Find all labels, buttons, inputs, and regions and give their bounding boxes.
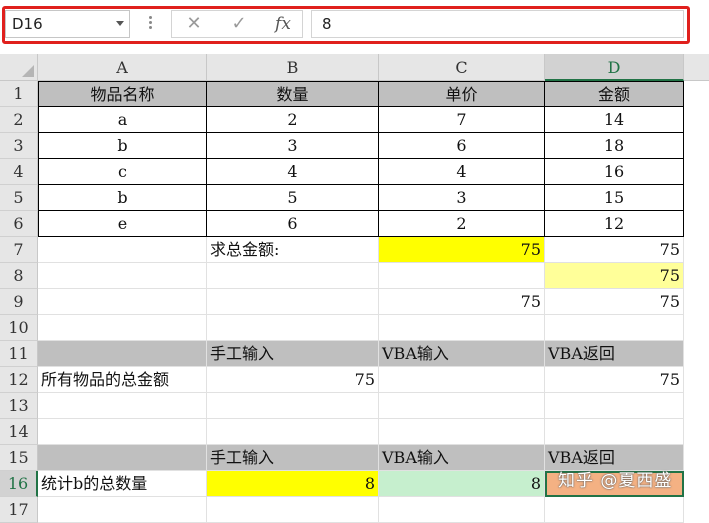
row-header-7[interactable]: 7 (0, 237, 38, 263)
row-header-16[interactable]: 16 (0, 471, 38, 497)
cell-a12[interactable]: 所有物品的总金额 (38, 367, 207, 393)
row-header-11[interactable]: 11 (0, 341, 38, 367)
cell-d11[interactable]: VBA返回 (545, 341, 684, 367)
cell-d3[interactable]: 18 (545, 133, 684, 159)
cell-d9[interactable]: 75 (545, 289, 684, 315)
row-header-4[interactable]: 4 (0, 159, 38, 185)
cell-a10[interactable] (38, 315, 207, 341)
row-header-12[interactable]: 12 (0, 367, 38, 393)
row-header-15[interactable]: 15 (0, 445, 38, 471)
cell-a15[interactable] (38, 445, 207, 471)
column-header-e[interactable] (684, 54, 709, 81)
cell-d10[interactable] (545, 315, 684, 341)
cell-b9[interactable] (207, 289, 379, 315)
row-header-17[interactable]: 17 (0, 497, 38, 523)
cell-b2[interactable]: 2 (207, 107, 379, 133)
cell-c14[interactable] (379, 419, 545, 445)
column-header-b[interactable]: B (207, 54, 379, 81)
cell-b8[interactable] (207, 263, 379, 289)
cell-b16[interactable]: 8 (207, 471, 379, 497)
cell-b5[interactable]: 5 (207, 185, 379, 211)
cell-a9[interactable] (38, 289, 207, 315)
column-header-c[interactable]: C (379, 54, 545, 81)
cell-c7[interactable]: 75 (379, 237, 545, 263)
cell-b6[interactable]: 6 (207, 211, 379, 237)
row-header-3[interactable]: 3 (0, 133, 38, 159)
cell-a13[interactable] (38, 393, 207, 419)
cell-d13[interactable] (545, 393, 684, 419)
row-header-14[interactable]: 14 (0, 419, 38, 445)
column-header-a[interactable]: A (38, 54, 207, 81)
row-header-9[interactable]: 9 (0, 289, 38, 315)
cell-c11[interactable]: VBA输入 (379, 341, 545, 367)
cell-b3[interactable]: 3 (207, 133, 379, 159)
cell-a4[interactable]: c (38, 159, 207, 185)
cell-d2[interactable]: 14 (545, 107, 684, 133)
cell-c8[interactable] (379, 263, 545, 289)
column-header-d[interactable]: D (545, 54, 684, 81)
row-header-6[interactable]: 6 (0, 211, 38, 237)
cell-a6[interactable]: e (38, 211, 207, 237)
cell-a3[interactable]: b (38, 133, 207, 159)
cell-c9[interactable]: 75 (379, 289, 545, 315)
cell-d1[interactable]: 金额 (545, 81, 684, 107)
row-header-13[interactable]: 13 (0, 393, 38, 419)
cell-d14[interactable] (545, 419, 684, 445)
cell-c13[interactable] (379, 393, 545, 419)
highlight-frame (2, 6, 690, 44)
cell-d6[interactable]: 12 (545, 211, 684, 237)
cell-c16[interactable]: 8 (379, 471, 545, 497)
cell-b7[interactable]: 求总金额: (207, 237, 379, 263)
cell-b15[interactable]: 手工输入 (207, 445, 379, 471)
cell-a1[interactable]: 物品名称 (38, 81, 207, 107)
cell-a16[interactable]: 统计b的总数量 (38, 471, 207, 497)
cell-d7[interactable]: 75 (545, 237, 684, 263)
cell-d17[interactable] (545, 497, 684, 523)
cell-b17[interactable] (207, 497, 379, 523)
cell-c10[interactable] (379, 315, 545, 341)
row-header-5[interactable]: 5 (0, 185, 38, 211)
cell-c3[interactable]: 6 (379, 133, 545, 159)
cell-b1[interactable]: 数量 (207, 81, 379, 107)
cell-a2[interactable]: a (38, 107, 207, 133)
cell-d5[interactable]: 15 (545, 185, 684, 211)
formula-bar: D16 ✕ ✓ fx 8 (0, 0, 709, 52)
cell-b12[interactable]: 75 (207, 367, 379, 393)
row-header-8[interactable]: 8 (0, 263, 38, 289)
cell-c6[interactable]: 2 (379, 211, 545, 237)
cell-c12[interactable] (379, 367, 545, 393)
cell-c4[interactable]: 4 (379, 159, 545, 185)
cell-d8[interactable]: 75 (545, 263, 684, 289)
select-all-corner[interactable] (0, 54, 38, 81)
cell-a14[interactable] (38, 419, 207, 445)
cell-c1[interactable]: 单价 (379, 81, 545, 107)
cell-a5[interactable]: b (38, 185, 207, 211)
cell-c15[interactable]: VBA输入 (379, 445, 545, 471)
cell-a11[interactable] (38, 341, 207, 367)
cell-d4[interactable]: 16 (545, 159, 684, 185)
cell-b4[interactable]: 4 (207, 159, 379, 185)
row-header-1[interactable]: 1 (0, 81, 38, 107)
cell-c5[interactable]: 3 (379, 185, 545, 211)
cell-b13[interactable] (207, 393, 379, 419)
cell-b11[interactable]: 手工输入 (207, 341, 379, 367)
row-header-10[interactable]: 10 (0, 315, 38, 341)
watermark: 知乎 @夏西盛 (558, 471, 673, 491)
cell-c17[interactable] (379, 497, 545, 523)
cell-a17[interactable] (38, 497, 207, 523)
cell-a8[interactable] (38, 263, 207, 289)
cell-b10[interactable] (207, 315, 379, 341)
cell-b14[interactable] (207, 419, 379, 445)
row-header-2[interactable]: 2 (0, 107, 38, 133)
cell-c2[interactable]: 7 (379, 107, 545, 133)
cell-a7[interactable] (38, 237, 207, 263)
cell-d12[interactable]: 75 (545, 367, 684, 393)
